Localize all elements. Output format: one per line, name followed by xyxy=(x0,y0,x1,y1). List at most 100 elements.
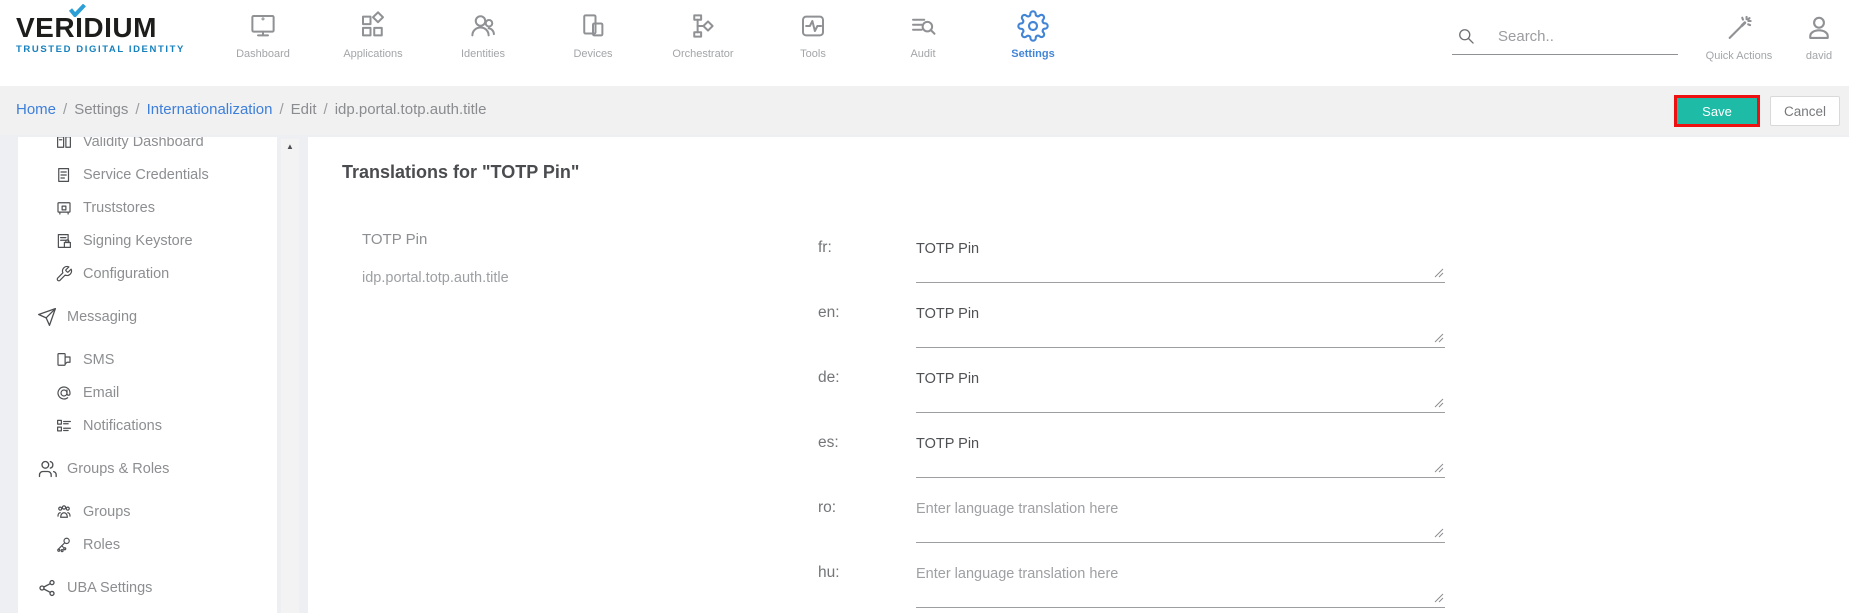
translation-field xyxy=(916,296,1445,348)
sidebar-item-configuration[interactable]: Configuration xyxy=(18,257,277,290)
sidebar-item-signing-keystore[interactable]: Signing Keystore xyxy=(18,224,277,257)
sidebar-item-groups-roles[interactable]: Groups & Roles xyxy=(18,452,277,485)
sidebar-list: Validity Dashboard Service Credentials Tru… xyxy=(18,137,277,604)
sidebar-item-validity-dashboard[interactable]: Validity Dashboard xyxy=(18,137,277,158)
nav-item-label: Applications xyxy=(343,48,402,60)
nav-item-label: Audit xyxy=(910,48,935,60)
breadcrumb-item: Edit xyxy=(291,101,317,118)
breadcrumb-separator: / xyxy=(279,101,283,118)
nav-item-settings[interactable]: Settings xyxy=(978,10,1088,60)
translation-textarea[interactable] xyxy=(916,556,1445,602)
top-navigation: VERIDIUM TRUSTED DIGITAL IDENTITY Dashbo… xyxy=(0,0,1849,86)
uba-settings-icon xyxy=(37,578,57,598)
page-title: Translations for "TOTP Pin" xyxy=(342,162,1849,183)
sidebar-scrollbar[interactable]: ▲ xyxy=(281,139,299,613)
devices-icon xyxy=(578,10,608,42)
sidebar-item-uba-settings[interactable]: UBA Settings xyxy=(18,571,277,604)
signing-keystore-icon xyxy=(55,232,73,250)
roles-icon xyxy=(55,536,73,554)
translation-row: ro: xyxy=(818,491,1445,543)
resize-handle-icon[interactable] xyxy=(1434,463,1444,473)
resize-handle-icon[interactable] xyxy=(1434,333,1444,343)
resize-handle-icon[interactable] xyxy=(1434,593,1444,603)
sidebar-item-roles[interactable]: Roles xyxy=(18,528,277,561)
source-label: TOTP Pin xyxy=(362,231,818,248)
sms-icon xyxy=(55,351,73,369)
content-panel: Translations for "TOTP Pin" TOTP Pin idp… xyxy=(308,137,1849,613)
sidebar-item-messaging[interactable]: Messaging xyxy=(18,300,277,333)
search-input[interactable] xyxy=(1498,28,1658,45)
cancel-button[interactable]: Cancel xyxy=(1770,96,1840,126)
nav-item-orchestrator[interactable]: Orchestrator xyxy=(648,10,758,60)
sidebar-item-notifications[interactable]: Notifications xyxy=(18,409,277,442)
breadcrumb-separator: / xyxy=(324,101,328,118)
audit-icon xyxy=(908,10,938,42)
save-button[interactable]: Save xyxy=(1677,98,1757,124)
translation-textarea[interactable] xyxy=(916,491,1445,537)
resize-handle-icon[interactable] xyxy=(1434,268,1444,278)
nav-item-dashboard[interactable]: Dashboard xyxy=(208,10,318,60)
nav-item-tools[interactable]: Tools xyxy=(758,10,868,60)
orchestrator-icon xyxy=(688,10,718,42)
breadcrumb-separator: / xyxy=(135,101,139,118)
breadcrumb-bar: Home/Settings/Internationalization/Edit/… xyxy=(0,86,1849,135)
breadcrumb: Home/Settings/Internationalization/Edit/… xyxy=(16,101,486,118)
configuration-icon xyxy=(55,265,73,283)
sidebar-item-sms[interactable]: SMS xyxy=(18,343,277,376)
translation-fields: fr:en:de:es:ro:hu: xyxy=(818,231,1445,613)
nav-item-audit[interactable]: Audit xyxy=(868,10,978,60)
sidebar-item-groups[interactable]: Groups xyxy=(18,495,277,528)
translation-field xyxy=(916,231,1445,283)
nav-item-label: Orchestrator xyxy=(672,48,733,60)
scroll-up-arrow[interactable]: ▲ xyxy=(281,139,299,155)
sidebar-item-label: Truststores xyxy=(83,200,155,216)
main-nav-items: Dashboard Applications Identities Devices Or… xyxy=(208,10,1088,60)
nav-item-label: Settings xyxy=(1011,48,1054,60)
translation-field xyxy=(916,491,1445,543)
user-label: david xyxy=(1806,50,1832,62)
nav-item-label: Identities xyxy=(461,48,505,60)
sidebar-item-truststores[interactable]: Truststores xyxy=(18,191,277,224)
breadcrumb-item: idp.portal.totp.auth.title xyxy=(335,101,487,118)
resize-handle-icon[interactable] xyxy=(1434,528,1444,538)
quick-actions-label: Quick Actions xyxy=(1706,50,1773,62)
translation-row: fr: xyxy=(818,231,1445,283)
save-highlight-box: Save xyxy=(1674,95,1760,127)
breadcrumb-item[interactable]: Home xyxy=(16,101,56,118)
language-label: hu: xyxy=(818,556,916,608)
resize-handle-icon[interactable] xyxy=(1434,398,1444,408)
translation-row: en: xyxy=(818,296,1445,348)
translation-row: de: xyxy=(818,361,1445,413)
sidebar-item-service-credentials[interactable]: Service Credentials xyxy=(18,158,277,191)
global-search[interactable] xyxy=(1452,26,1678,55)
user-menu[interactable]: david xyxy=(1790,12,1848,62)
veridium-logo[interactable]: VERIDIUM TRUSTED DIGITAL IDENTITY xyxy=(16,13,196,55)
nav-item-applications[interactable]: Applications xyxy=(318,10,428,60)
translation-textarea[interactable] xyxy=(916,296,1445,342)
translation-textarea[interactable] xyxy=(916,426,1445,472)
sidebar-item-label: Service Credentials xyxy=(83,167,209,183)
language-label: fr: xyxy=(818,231,916,283)
translation-textarea[interactable] xyxy=(916,231,1445,277)
breadcrumb-separator: / xyxy=(63,101,67,118)
logo-wordmark: VERIDIUM xyxy=(16,13,196,43)
nav-item-label: Devices xyxy=(573,48,612,60)
breadcrumb-item[interactable]: Internationalization xyxy=(147,101,273,118)
groups-icon xyxy=(55,503,73,521)
truststores-icon xyxy=(55,199,73,217)
nav-item-identities[interactable]: Identities xyxy=(428,10,538,60)
sidebar-item-email[interactable]: Email xyxy=(18,376,277,409)
quick-actions-button[interactable]: Quick Actions xyxy=(1694,12,1784,62)
identities-icon xyxy=(468,10,498,42)
main-area: Validity Dashboard Service Credentials Tru… xyxy=(0,135,1849,613)
translation-textarea[interactable] xyxy=(916,361,1445,407)
user-icon xyxy=(1805,12,1833,44)
nav-item-label: Dashboard xyxy=(236,48,290,60)
sidebar-item-label: Validity Dashboard xyxy=(83,137,204,150)
sidebar-item-label: UBA Settings xyxy=(67,580,152,596)
nav-item-devices[interactable]: Devices xyxy=(538,10,648,60)
translation-field xyxy=(916,556,1445,608)
sidebar-item-label: Configuration xyxy=(83,266,169,282)
page-actions: Save Cancel xyxy=(1674,95,1840,127)
source-key: idp.portal.totp.auth.title xyxy=(362,270,818,286)
